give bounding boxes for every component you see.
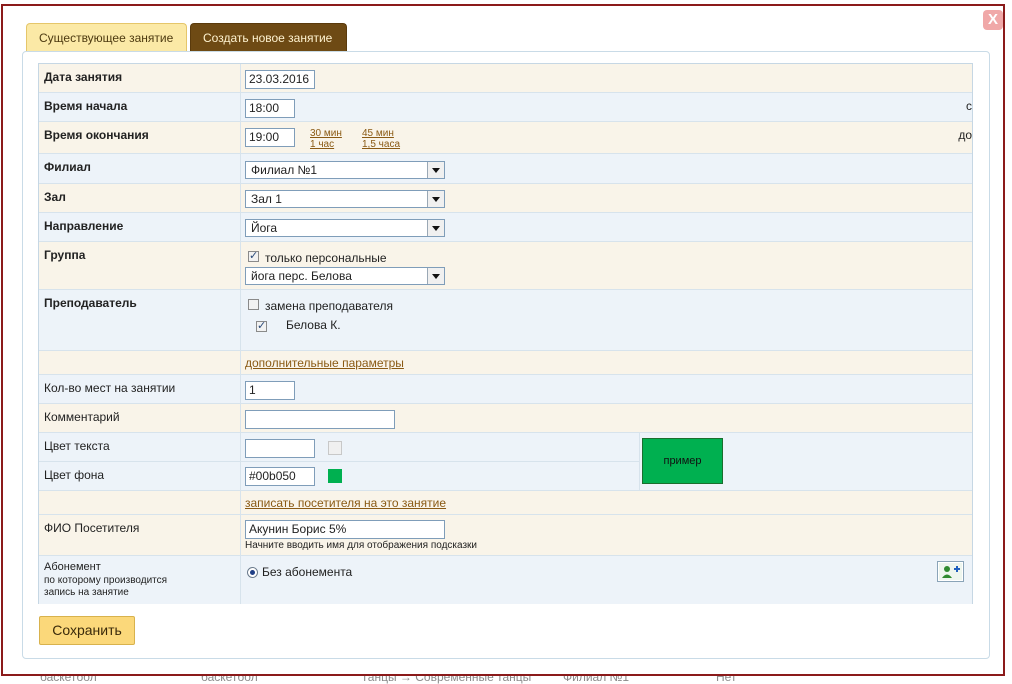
row-comment: Комментарий [39, 404, 972, 433]
comment-input[interactable] [245, 410, 395, 429]
bg-color-swatch[interactable] [328, 469, 342, 483]
row-start-time: Время начала с 18:00 [39, 93, 972, 122]
row-date: Дата занятия 23.03.2016 [39, 64, 972, 93]
close-icon[interactable]: X [983, 10, 1003, 30]
text-color-input[interactable] [245, 439, 315, 458]
quick-30min-link[interactable]: 30 мин [310, 128, 342, 139]
end-time-label: Время окончания [44, 128, 149, 142]
only-personal-checkbox[interactable]: ✓ [248, 250, 259, 262]
row-subscription: Абонемент по которому производится запис… [39, 556, 972, 604]
add-user-icon[interactable] [937, 561, 964, 582]
row-direction: Направление Йога [39, 213, 972, 242]
replace-teacher-checkbox[interactable] [248, 299, 259, 310]
row-teacher: Преподаватель замена преподавателя ✓ Бел… [39, 290, 972, 351]
subscription-option-label: Без абонемента [262, 565, 353, 579]
direction-label: Направление [44, 219, 124, 233]
text-color-swatch[interactable] [328, 441, 342, 455]
comment-label: Комментарий [44, 410, 120, 424]
start-time-input[interactable]: 18:00 [245, 99, 295, 118]
chevron-down-icon [427, 268, 444, 284]
end-time-input[interactable]: 19:00 [245, 128, 295, 147]
visitor-label: ФИО Посетителя [44, 521, 140, 535]
check-icon: ✓ [257, 320, 267, 332]
group-label: Группа [44, 248, 86, 262]
only-personal-label: только персональные [265, 251, 387, 265]
subscription-radio[interactable] [247, 567, 258, 578]
branch-select[interactable]: Филиал №1 [245, 161, 445, 179]
row-text-color: Цвет текста [39, 433, 639, 462]
subscription-sublabel-2: запись на занятие [44, 587, 129, 598]
color-preview: пример [642, 438, 723, 484]
quick-45min-link[interactable]: 45 мин [362, 128, 394, 139]
row-extra-params: дополнительные параметры [39, 351, 972, 375]
enroll-visitor-link[interactable]: записать посетителя на это занятие [245, 496, 446, 510]
bg-color-input[interactable]: #00b050 [245, 467, 315, 486]
quick-1h-link[interactable]: 1 час [310, 139, 334, 150]
capacity-input[interactable]: 1 [245, 381, 295, 400]
chevron-down-icon [427, 162, 444, 178]
start-time-label: Время начала [44, 99, 128, 113]
hall-label: Зал [44, 190, 66, 204]
teacher-checkbox[interactable]: ✓ [256, 320, 267, 332]
row-bg-color: Цвет фона #00b050 [39, 462, 639, 491]
start-time-prefix: с [966, 99, 972, 113]
direction-selected: Йога [251, 221, 278, 235]
date-label: Дата занятия [44, 70, 123, 84]
date-input[interactable]: 23.03.2016 [245, 70, 315, 89]
row-end-time: Время окончания до 19:00 30 мин 1 час 45… [39, 122, 972, 154]
text-color-label: Цвет текста [44, 439, 110, 453]
group-selected: йога перс. Белова [251, 269, 352, 283]
visitor-input[interactable]: Акунин Борис 5% [245, 520, 445, 539]
direction-select[interactable]: Йога [245, 219, 445, 237]
replace-teacher-label: замена преподавателя [265, 299, 393, 313]
branch-label: Филиал [44, 160, 91, 174]
group-select[interactable]: йога перс. Белова [245, 267, 445, 285]
row-capacity: Кол-во мест на занятии 1 [39, 375, 972, 404]
extra-params-link[interactable]: дополнительные параметры [245, 356, 404, 370]
row-visitor: ФИО Посетителя Акунин Борис 5% Начните в… [39, 515, 972, 556]
save-button[interactable]: Сохранить [39, 616, 135, 645]
end-time-prefix: до [958, 128, 972, 142]
branch-selected: Филиал №1 [251, 163, 318, 177]
subscription-sublabel-1: по которому производится [44, 575, 168, 586]
row-enroll: записать посетителя на это занятие [39, 491, 972, 515]
tab-existing-lesson[interactable]: Существующее занятие [26, 23, 187, 51]
subscription-label: Абонемент [44, 561, 101, 573]
bg-color-label: Цвет фона [44, 468, 105, 482]
visitor-hint: Начните вводить имя для отображения подс… [245, 540, 478, 551]
row-group: Группа ✓ только персональные йога перс. … [39, 242, 972, 290]
chevron-down-icon [427, 220, 444, 236]
hall-selected: Зал 1 [251, 192, 282, 206]
capacity-label: Кол-во мест на занятии [44, 381, 176, 395]
teacher-label: Преподаватель [44, 296, 137, 310]
row-branch: Филиал Филиал №1 [39, 154, 972, 184]
hall-select[interactable]: Зал 1 [245, 190, 445, 208]
row-hall: Зал Зал 1 [39, 184, 972, 213]
check-icon: ✓ [249, 250, 259, 262]
lesson-form: Дата занятия 23.03.2016 Время начала с 1… [38, 63, 973, 604]
teacher-name: Белова К. [286, 318, 341, 332]
tab-new-lesson[interactable]: Создать новое занятие [190, 23, 347, 51]
quick-1-5h-link[interactable]: 1,5 часа [362, 139, 400, 150]
chevron-down-icon [427, 191, 444, 207]
